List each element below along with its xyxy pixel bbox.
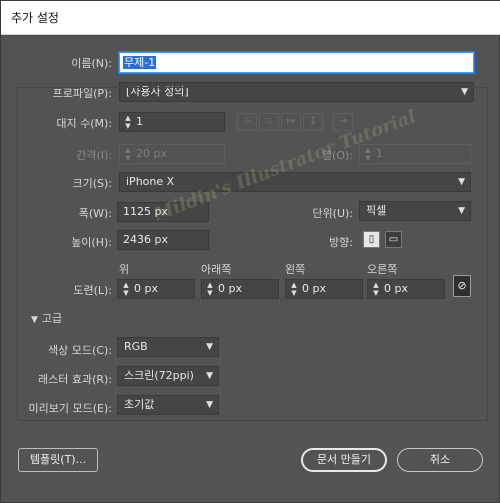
bleed-right-input[interactable]: ▲ ▼ 0 px	[367, 279, 445, 299]
bleed-label: 도련(L):	[73, 284, 112, 297]
chevron-down-icon: ▼	[206, 342, 213, 352]
units-label: 단위(U):	[312, 207, 353, 220]
bleed-bottom-value: 0 px	[218, 282, 242, 295]
columns-value: 1	[376, 147, 383, 160]
bleed-bottom-label: 아래쪽	[201, 263, 232, 276]
bleed-left-input[interactable]: ▲ ▼ 0 px	[285, 279, 363, 299]
link-chain-icon[interactable]: ⊘	[453, 275, 471, 297]
templates-button[interactable]: 템플릿(T)...	[18, 448, 98, 472]
bleed-left-label: 왼쪽	[285, 263, 306, 276]
preview-label: 미리보기 모드(E):	[28, 402, 112, 415]
new-document-dialog: 추가 설정 이름(N): 무제-1 프로파일(P): [사용자 정의] ▼ 대지…	[0, 0, 500, 503]
chevron-down-icon: ▼	[458, 177, 465, 187]
orientation-label: 방향:	[329, 236, 353, 249]
bleed-top-value: 0 px	[134, 282, 158, 295]
preview-value: 초기값	[124, 398, 155, 411]
spacing-label: 간격(I):	[76, 149, 112, 162]
spacing-input[interactable]: ▲ ▼ 20 px	[119, 144, 225, 164]
name-value: 무제-1	[123, 56, 157, 69]
units-select[interactable]: 픽셀 ▼	[359, 201, 471, 221]
grid-by-column-icon[interactable]: ⁙	[259, 113, 279, 131]
bleed-top-label: 위	[119, 263, 130, 276]
dialog-title: 추가 설정	[1, 1, 500, 35]
bleed-right-value: 0 px	[384, 282, 408, 295]
stepper-icon[interactable]: ▲ ▼	[121, 281, 131, 297]
portrait-icon[interactable]: ▯	[363, 231, 380, 248]
arrange-by-column-icon[interactable]: ↧	[303, 113, 323, 131]
color-mode-label: 색상 모드(C):	[48, 344, 112, 357]
name-input[interactable]: 무제-1	[119, 52, 474, 73]
advanced-label: 고급	[41, 312, 63, 325]
height-value: 2436 px	[123, 233, 168, 246]
size-select[interactable]: iPhone X ▼	[119, 172, 471, 192]
bleed-right-label: 오른쪽	[367, 263, 398, 276]
raster-select[interactable]: 스크린(72ppi) ▼	[117, 366, 219, 386]
stepper-icon[interactable]: ▲ ▼	[205, 281, 215, 297]
stepper-icon: ▲ ▼	[125, 146, 131, 162]
size-value: iPhone X	[126, 175, 175, 188]
chevron-down-icon: ▼	[458, 206, 465, 216]
cancel-button[interactable]: 취소	[397, 448, 483, 472]
height-input[interactable]: 2436 px	[117, 230, 209, 250]
units-value: 픽셀	[366, 204, 387, 217]
preview-select[interactable]: 초기값 ▼	[117, 395, 219, 415]
color-mode-select[interactable]: RGB ▼	[117, 337, 219, 357]
spacing-value: 20 px	[136, 147, 167, 160]
artboards-input[interactable]: ▲ ▼ 1	[119, 112, 225, 132]
bleed-bottom-input[interactable]: ▲ ▼ 0 px	[201, 279, 279, 299]
chevron-down-icon: ▼	[206, 371, 213, 381]
stepper-icon[interactable]: ▲ ▼	[371, 281, 381, 297]
advanced-toggle[interactable]: ▼ 고급	[31, 310, 62, 326]
landscape-icon[interactable]: ▭	[385, 231, 402, 248]
stepper-icon[interactable]: ▲ ▼	[289, 281, 299, 297]
grid-by-row-icon[interactable]: ⁘	[237, 113, 257, 131]
create-document-button[interactable]: 문서 만들기	[301, 448, 387, 472]
height-label: 높이(H):	[71, 236, 112, 249]
chevron-down-icon: ▼	[206, 400, 213, 410]
artboards-value: 1	[136, 115, 143, 128]
stepper-icon[interactable]: ▲ ▼	[123, 114, 133, 130]
raster-value: 스크린(72ppi)	[124, 369, 194, 382]
raster-label: 래스터 효과(R):	[37, 373, 112, 386]
color-mode-value: RGB	[124, 340, 148, 353]
width-label: 폭(W):	[78, 207, 112, 220]
size-label: 크기(S):	[72, 177, 112, 190]
name-label: 이름(N):	[71, 57, 112, 70]
bleed-left-value: 0 px	[302, 282, 326, 295]
arrange-by-row-icon[interactable]: ↦	[281, 113, 301, 131]
bleed-top-input[interactable]: ▲ ▼ 0 px	[117, 279, 195, 299]
stepper-icon: ▲ ▼	[365, 146, 371, 162]
triangle-down-icon: ▼	[31, 315, 38, 325]
artboards-label: 대지 수(M):	[56, 117, 112, 130]
columns-input[interactable]: ▲ ▼ 1	[359, 144, 471, 164]
